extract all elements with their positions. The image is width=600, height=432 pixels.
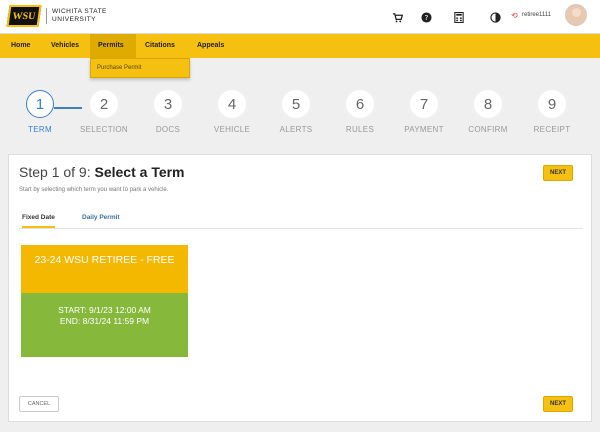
step-number: 8	[474, 90, 502, 118]
tab-daily-permit[interactable]: Daily Permit	[82, 214, 120, 221]
step-vehicle: 4 VEHICLE	[207, 90, 257, 134]
step-number: 1	[26, 90, 54, 118]
wsu-logo-mark: WSU	[6, 5, 42, 27]
step-payment: 7 PAYMENT	[399, 90, 449, 134]
help-icon[interactable]: ?	[419, 10, 433, 24]
contrast-icon[interactable]	[488, 10, 502, 24]
step-alerts: 5 ALERTS	[271, 90, 321, 134]
term-end: END: 8/31/24 11:59 PM	[59, 316, 150, 326]
nav-citations[interactable]: Citations	[143, 34, 177, 58]
cancel-button[interactable]: CANCEL	[19, 396, 59, 412]
page-subtitle: Start by selecting which term you want t…	[19, 187, 169, 193]
nav-appeals[interactable]: Appeals	[195, 34, 226, 58]
wsu-logo[interactable]: WSU WICHITA STATE UNIVERSITY	[6, 5, 107, 27]
step-label: RECEIPT	[533, 125, 571, 134]
main-nav: Home Vehicles Permits Citations Appeals	[0, 34, 600, 58]
step-number: 2	[90, 90, 118, 118]
step-number: 9	[538, 90, 566, 118]
tab-fixed-date[interactable]: Fixed Date	[22, 214, 55, 228]
term-start: START: 9/1/23 12:00 AM	[58, 305, 151, 315]
nav-permits[interactable]: Permits	[90, 34, 136, 58]
step-number: 6	[346, 90, 374, 118]
term-tile[interactable]: 23-24 WSU RETIREE - FREE START: 9/1/23 1…	[21, 245, 188, 357]
term-dates: START: 9/1/23 12:00 AM END: 8/31/24 11:5…	[21, 293, 188, 357]
step-number: 5	[282, 90, 310, 118]
step-selection: 2 SELECTION	[79, 90, 129, 134]
step-label: ALERTS	[279, 125, 313, 134]
step-label: CONFIRM	[468, 125, 508, 134]
step-label: VEHICLE	[213, 125, 251, 134]
step-label: SELECTION	[79, 125, 129, 134]
step-label: PAYMENT	[404, 125, 444, 134]
step-label: RULES	[345, 125, 375, 134]
progress-stepper: 1 TERM 2 SELECTION 3 DOCS 4 VEHICLE 5 AL…	[0, 90, 600, 146]
nav-vehicles[interactable]: Vehicles	[49, 34, 81, 58]
term-name: 23-24 WSU RETIREE - FREE	[21, 245, 188, 293]
user-alert-icon: ⟲	[511, 11, 518, 20]
step-rules: 6 RULES	[335, 90, 385, 134]
permits-dropdown: Purchase Permit	[90, 58, 190, 78]
wsu-logo-text: WICHITA STATE UNIVERSITY	[46, 8, 107, 24]
nav-home[interactable]: Home	[9, 34, 32, 58]
step-number: 7	[410, 90, 438, 118]
step-docs: 3 DOCS	[143, 90, 193, 134]
step-confirm: 8 CONFIRM	[463, 90, 513, 134]
next-button-bottom[interactable]: NEXT	[543, 396, 573, 412]
next-button-top[interactable]: NEXT	[543, 165, 573, 181]
select-term-card: Step 1 of 9: Select a Term Start by sele…	[8, 154, 592, 422]
menu-item-purchase-permit[interactable]: Purchase Permit	[91, 59, 189, 77]
svg-text:?: ?	[424, 13, 428, 22]
step-number: 3	[154, 90, 182, 118]
avatar[interactable]	[565, 4, 587, 26]
term-type-tabs: Fixed Date Daily Permit	[19, 209, 583, 229]
user-name[interactable]: retiree1111	[522, 12, 551, 18]
step-number: 4	[218, 90, 246, 118]
step-term[interactable]: 1 TERM	[15, 90, 65, 134]
step-label: DOCS	[155, 125, 181, 134]
step-label: TERM	[28, 125, 52, 134]
step-receipt: 9 RECEIPT	[527, 90, 577, 134]
calculator-icon[interactable]	[452, 10, 466, 24]
top-header: WSU WICHITA STATE UNIVERSITY ? ⟲ retiree…	[0, 0, 600, 34]
cart-icon[interactable]	[390, 10, 404, 24]
page-title: Step 1 of 9: Select a Term	[19, 164, 185, 180]
